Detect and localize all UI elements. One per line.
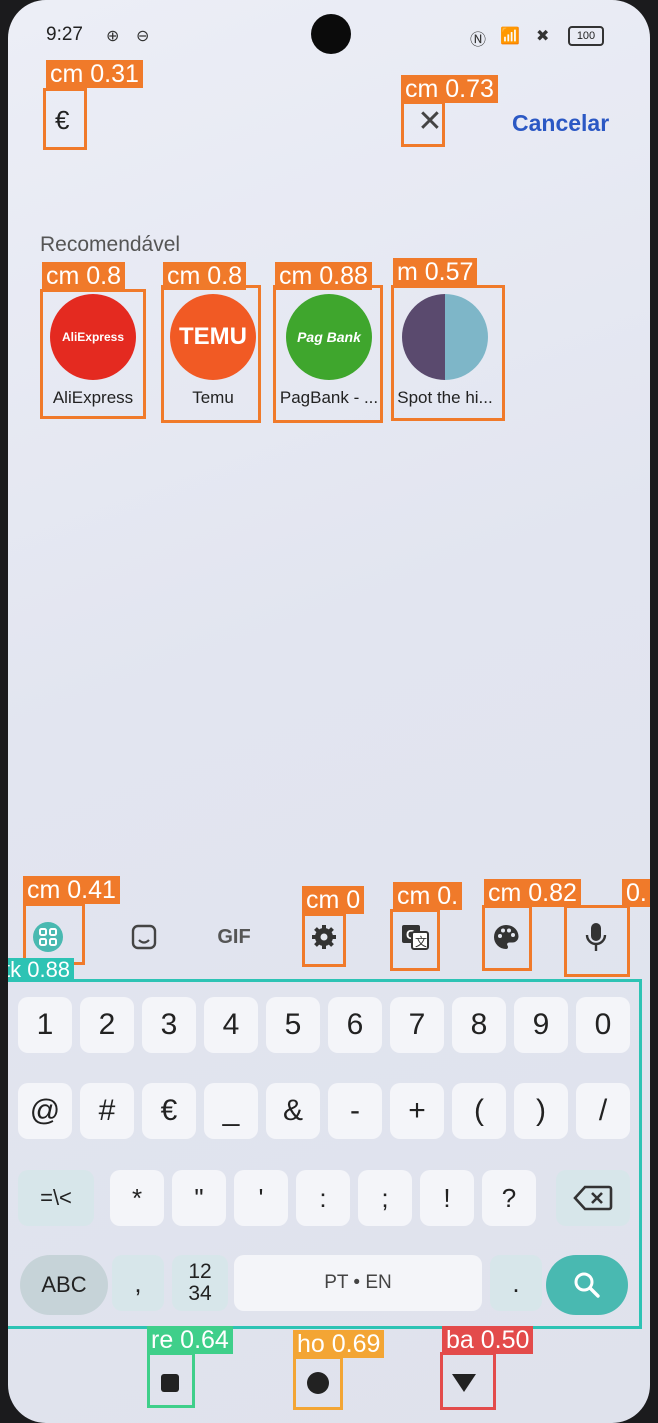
detection-label-apps-grid: cm 0.41 [23,876,120,904]
detection-label-app2: cm 0.8 [163,262,247,290]
detection-label-back: ba 0.50 [442,1326,534,1354]
detection-box-search [43,88,87,150]
detection-box-app1 [40,289,146,419]
detection-box-clear [401,101,445,147]
detection-label-clear: cm 0.73 [401,75,498,103]
detection-box-theme [482,905,532,971]
detection-label-recent: re 0.64 [147,1326,233,1354]
nfc-icon: Ⓝ [470,32,487,49]
detection-box-app3 [273,285,383,423]
sim-icon: ✖ [536,28,550,45]
gif-button[interactable]: GIF [206,912,262,962]
detection-label-keyboard: tk 0.88 [8,958,75,982]
status-time: 9:27 [46,24,83,45]
front-camera [311,14,351,54]
phone-screen: 9:27 ⊕ ⊖ Ⓝ 📶 ✖ 100 € cm 0.31 ✕ cm 0.73 C… [8,0,650,1423]
cancel-button[interactable]: Cancelar [512,110,609,137]
detection-label-theme: cm 0.82 [484,879,581,907]
battery-indicator: 100 [568,26,604,46]
detection-box-app2 [161,285,261,423]
detection-box-mic [564,905,630,977]
detection-box-keyboard [8,979,642,1329]
detection-box-back [440,1352,496,1410]
minus-status-icon: ⊖ [136,28,150,45]
gear-status-icon: ⊕ [106,28,120,45]
detection-label-app4: m 0.57 [393,258,478,286]
detection-box-settings [302,913,346,967]
detection-box-home [293,1356,343,1410]
detection-label-search: cm 0.31 [46,60,143,88]
detection-label-settings: cm 0 [302,886,365,914]
detection-label-home: ho 0.69 [293,1330,385,1358]
detection-box-app4 [391,285,505,421]
detection-label-translate: cm 0. [393,882,463,910]
section-title: Recomendável [40,233,181,256]
wifi-icon: 📶 [500,28,520,45]
sticker-icon[interactable] [122,912,166,962]
detection-box-apps-grid [23,903,85,965]
detection-label-mic: 0. [622,879,650,907]
detection-label-app1: cm 0.8 [42,262,126,290]
detection-box-translate [390,909,440,971]
detection-label-app3: cm 0.88 [275,262,372,290]
detection-box-recent [147,1352,195,1408]
